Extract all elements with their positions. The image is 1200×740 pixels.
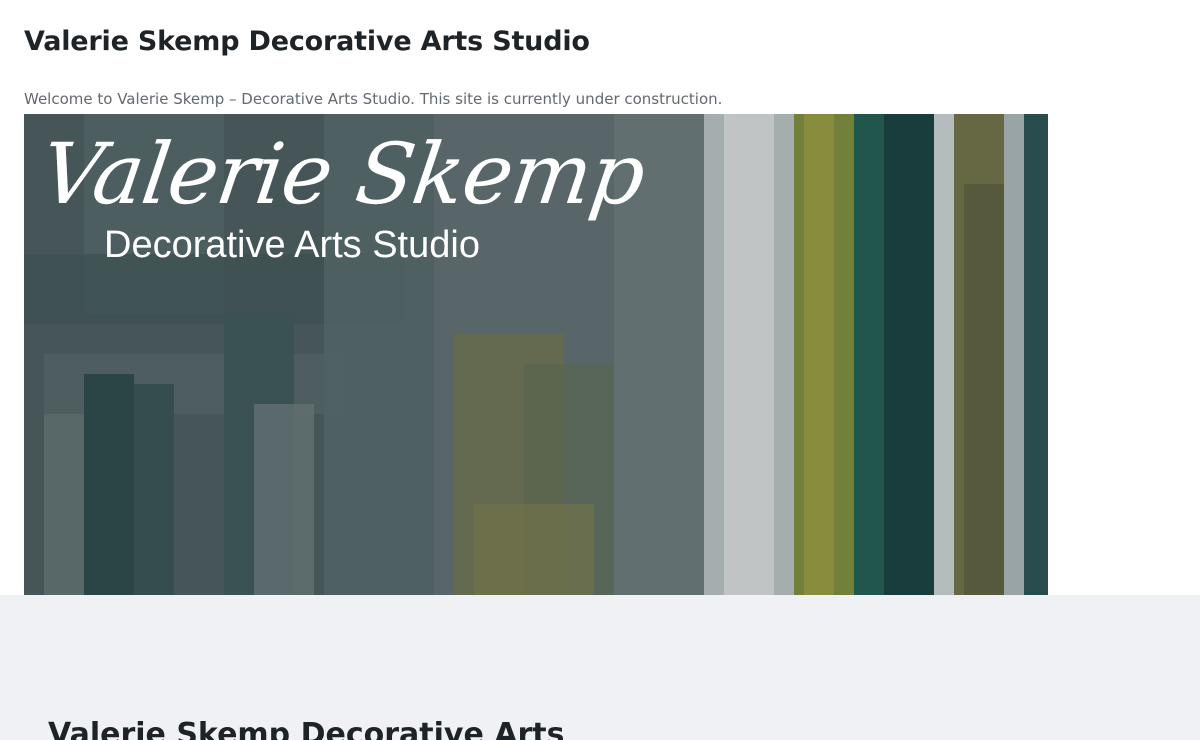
logo-script-text: Valerie Skemp — [35, 125, 651, 223]
footer-title: Valerie Skemp Decorative Arts — [48, 717, 565, 740]
logo-subtitle-text: Decorative Arts Studio — [104, 224, 480, 266]
banner-image: Valerie Skemp Decorative Arts Studio — [24, 114, 1048, 595]
welcome-text: Welcome to Valerie Skemp – Decorative Ar… — [24, 90, 723, 108]
footer-section: Valerie Skemp Decorative Arts — [0, 595, 1200, 740]
site-title[interactable]: Valerie Skemp Decorative Arts Studio — [24, 26, 590, 57]
page: Valerie Skemp Decorative Arts Studio Wel… — [0, 0, 1200, 740]
